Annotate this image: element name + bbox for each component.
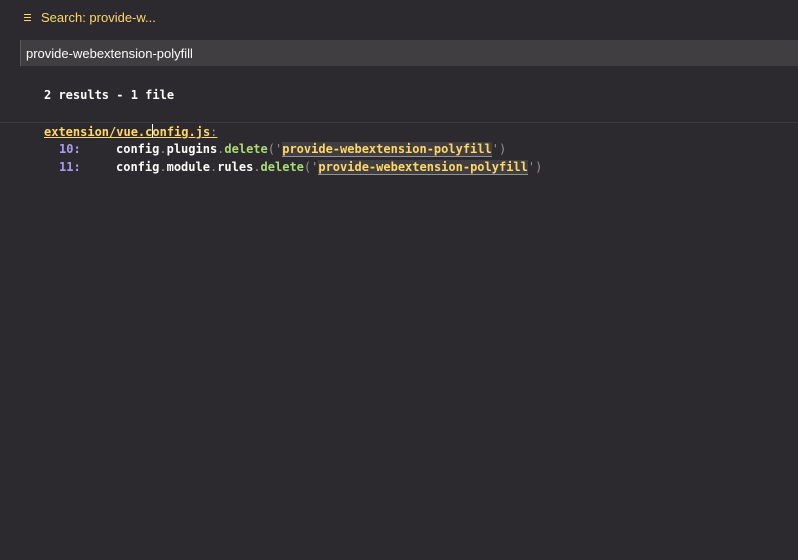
code-token: . xyxy=(253,160,261,174)
search-bar xyxy=(20,40,798,66)
file-path-part: onfig.js xyxy=(152,125,211,139)
file-path-colon: : xyxy=(210,125,218,139)
code-token: delete xyxy=(224,142,268,156)
code-token: config xyxy=(116,142,160,156)
code-token: ') xyxy=(527,160,543,174)
match-highlight: provide-webextension-polyfill xyxy=(282,142,492,157)
search-input[interactable] xyxy=(21,41,798,65)
result-file-row: extension/vue.config.js: xyxy=(0,122,798,140)
code-token: delete xyxy=(260,160,304,174)
line-number: 10: xyxy=(59,142,81,156)
list-icon xyxy=(24,12,31,23)
code-token: module xyxy=(166,160,210,174)
code-token: plugins xyxy=(166,142,218,156)
search-tab-title: Search: provide-w... xyxy=(41,9,156,25)
code-token: rules xyxy=(217,160,254,174)
results-summary: 2 results - 1 file xyxy=(44,88,175,102)
code-token: (' xyxy=(303,160,319,174)
code-token: ') xyxy=(491,142,507,156)
code-token: config xyxy=(116,160,160,174)
file-path-part: extension/vue.c xyxy=(44,125,153,139)
code-token: (' xyxy=(267,142,283,156)
match-highlight: provide-webextension-polyfill xyxy=(318,160,528,175)
code-token: . xyxy=(159,142,167,156)
code-snippet: config.module.rules.delete('provide-webe… xyxy=(116,160,543,175)
result-file-link[interactable]: extension/vue.config.js: xyxy=(44,124,217,139)
line-number: 11: xyxy=(59,160,81,174)
code-snippet: config.plugins.delete('provide-webextens… xyxy=(116,142,507,157)
result-line[interactable]: 10: config.plugins.delete('provide-webex… xyxy=(0,141,798,159)
code-token: . xyxy=(159,160,167,174)
search-tab[interactable]: Search: provide-w... xyxy=(24,8,156,26)
result-line[interactable]: 11: config.module.rules.delete('provide-… xyxy=(0,159,798,177)
